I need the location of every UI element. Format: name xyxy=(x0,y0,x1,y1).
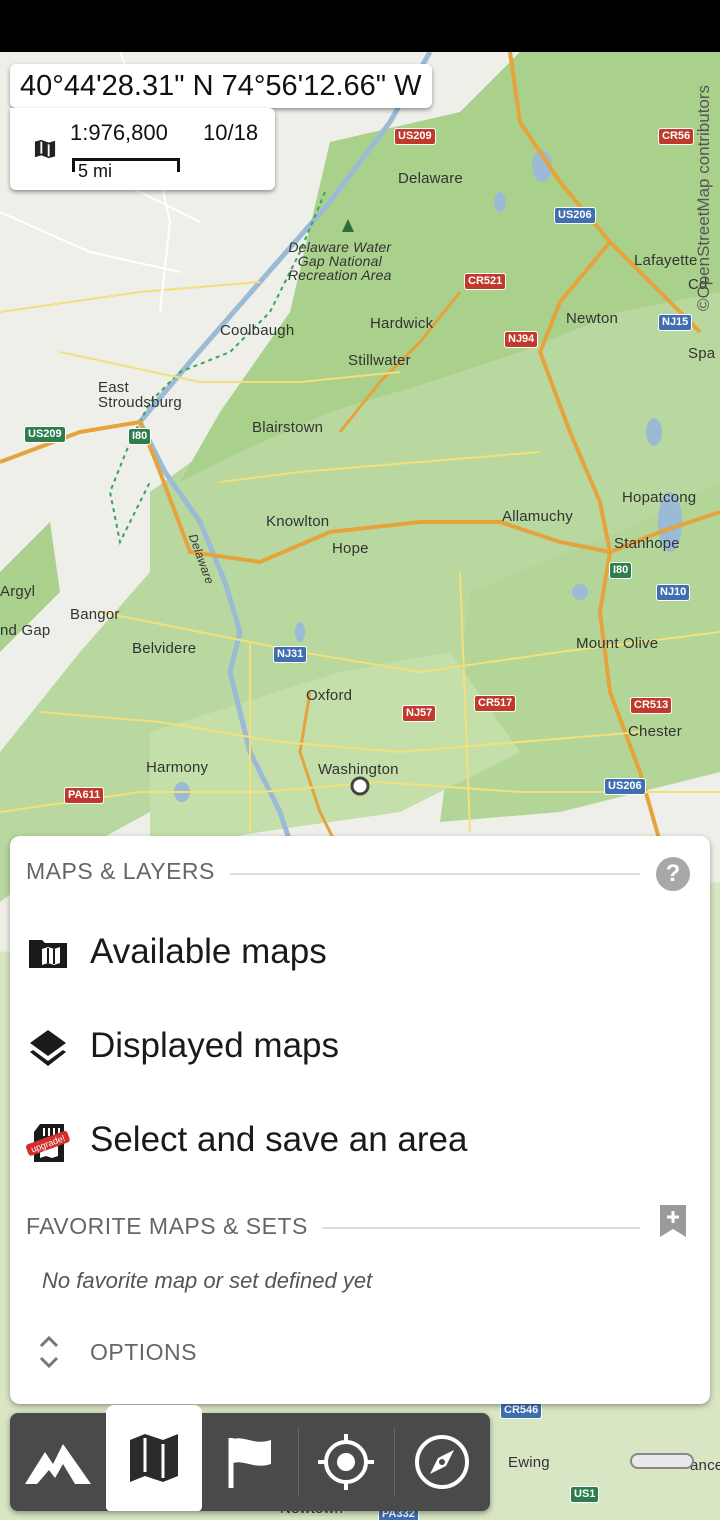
place-label: Harmony xyxy=(146,759,209,776)
place-label: Spa xyxy=(688,345,716,362)
route-shield: CR513 xyxy=(630,697,673,714)
layers-icon xyxy=(30,1030,66,1066)
place-label: Chester xyxy=(628,723,682,740)
route-shield: NJ15 xyxy=(658,314,693,331)
zoom-level: 10/18 xyxy=(203,120,259,145)
gps-crosshair-icon xyxy=(318,1434,374,1490)
expand-collapse-icon xyxy=(39,1335,59,1369)
route-shield: CR546 xyxy=(500,1402,543,1419)
scale-bar-label: 5 mi xyxy=(78,161,113,181)
maps-tab-button[interactable] xyxy=(106,1405,202,1511)
place-label: nd Gap xyxy=(0,622,51,639)
mountain-logo-button[interactable] xyxy=(10,1413,106,1511)
place-label: Oxford xyxy=(306,687,353,704)
route-shield: US206 xyxy=(554,207,596,224)
location-marker xyxy=(350,776,370,796)
bookmark-add-icon[interactable] xyxy=(658,1203,688,1239)
options-toggle[interactable]: OPTIONS xyxy=(10,1324,710,1380)
place-label: Bangor xyxy=(70,606,120,623)
route-shield: US209 xyxy=(24,426,66,443)
route-shield: CR521 xyxy=(464,273,507,290)
route-shield: NJ57 xyxy=(402,705,437,722)
compass-button[interactable] xyxy=(394,1413,490,1511)
waypoints-button[interactable] xyxy=(202,1413,298,1511)
divider xyxy=(230,873,640,875)
displayed-maps-label: Displayed maps xyxy=(90,1026,339,1065)
place-label: Blairstown xyxy=(252,419,324,436)
locate-button[interactable] xyxy=(298,1413,394,1511)
select-save-area-label: Select and save an area xyxy=(90,1120,468,1159)
place-label: Lafayette xyxy=(634,252,698,269)
place-label: ance xyxy=(690,1457,720,1474)
flag-icon xyxy=(228,1438,271,1488)
maps-layers-title: MAPS & LAYERS xyxy=(26,858,215,884)
place-label: Delaware xyxy=(398,170,463,187)
available-maps-item[interactable]: Available maps xyxy=(10,912,710,992)
available-maps-icon xyxy=(29,940,67,968)
coordinates-text: 40°44'28.31" N 74°56'12.66" W xyxy=(20,70,422,102)
place-label: Belvidere xyxy=(132,640,197,657)
route-shield: CR56 xyxy=(658,128,695,145)
options-label: OPTIONS xyxy=(90,1339,198,1365)
help-icon[interactable]: ? xyxy=(656,857,690,891)
place-label: Stillwater xyxy=(348,352,411,369)
coordinates-display[interactable]: 40°44'28.31" N 74°56'12.66" W xyxy=(10,64,432,108)
place-label: Stanhope xyxy=(614,535,680,552)
compass-icon xyxy=(415,1435,469,1489)
route-shield: PA611 xyxy=(64,787,105,804)
favorites-empty-text: No favorite map or set defined yet xyxy=(42,1268,373,1293)
available-maps-label: Available maps xyxy=(90,932,327,971)
status-bar xyxy=(0,0,720,52)
map-attribution: ©OpenStreetMap contributors xyxy=(692,62,716,334)
place-label: Knowlton xyxy=(266,513,330,530)
mountain-logo-icon xyxy=(25,1444,91,1484)
route-shield: NJ10 xyxy=(656,584,691,601)
route-shield: US1 xyxy=(570,1486,600,1503)
displayed-maps-item[interactable]: Displayed maps xyxy=(10,1006,710,1086)
favorites-title: FAVORITE MAPS & SETS xyxy=(26,1213,308,1239)
route-shield: US209 xyxy=(394,128,436,145)
sd-card-upgrade-icon: upgrade! xyxy=(26,1124,70,1162)
route-shield: NJ31 xyxy=(273,646,308,663)
place-label: East Stroudsburg xyxy=(98,379,182,411)
place-label: Washington xyxy=(318,761,399,778)
place-label: Hardwick xyxy=(370,315,434,332)
route-shield: I80 xyxy=(128,428,152,445)
attribution-text: ©OpenStreetMap contributors xyxy=(694,84,713,312)
place-label: Mount Olive xyxy=(576,635,659,652)
map-icon xyxy=(130,1434,178,1482)
place-label: Newton xyxy=(566,310,619,327)
route-shield: I80 xyxy=(609,562,633,579)
place-label: Hopatcong xyxy=(622,489,697,506)
place-label: Coolbaugh xyxy=(220,322,295,339)
select-save-area-item[interactable]: upgrade! Select and save an area xyxy=(10,1100,710,1180)
route-shield: US206 xyxy=(604,778,646,795)
place-label: Allamuchy xyxy=(502,508,573,525)
route-shield: CR517 xyxy=(474,695,517,712)
scale-info-box[interactable]: 1:976,800 10/18 5 mi xyxy=(10,108,275,190)
divider xyxy=(322,1227,640,1229)
bottom-toolbar xyxy=(10,1405,490,1511)
map-icon xyxy=(34,139,56,159)
scale-ratio: 1:976,800 xyxy=(70,120,168,145)
route-shield: NJ94 xyxy=(504,331,539,348)
maps-layers-panel: MAPS & LAYERS ? Available maps Displayed… xyxy=(10,836,710,1404)
place-label: Ewing xyxy=(508,1454,550,1471)
park-label: Delaware Water Gap National Recreation A… xyxy=(288,239,392,283)
drag-handle[interactable] xyxy=(630,1453,694,1469)
place-label: Argyl xyxy=(0,583,36,600)
place-label: Hope xyxy=(332,540,369,557)
